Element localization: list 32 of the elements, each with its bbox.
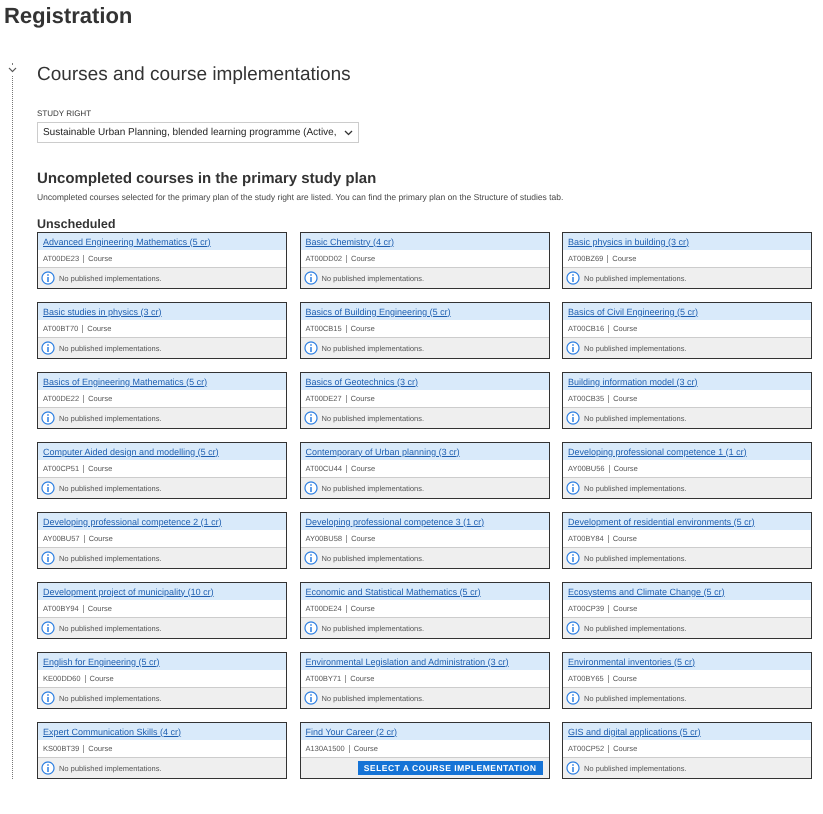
chevron-down-icon (344, 130, 353, 136)
info-icon (566, 761, 580, 775)
section-title: Courses and course implementations (37, 63, 352, 87)
select-implementation-button[interactable]: SELECT A COURSE IMPLEMENTATION (358, 761, 542, 775)
info-icon (566, 341, 580, 355)
info-icon (41, 481, 55, 495)
info-icon (41, 341, 55, 355)
info-icon (304, 341, 318, 355)
info-icon (566, 551, 580, 565)
study-right-dropdown[interactable]: Sustainable Urban Planning, blended learning programme (Active, (37, 122, 359, 143)
info-icon (41, 621, 55, 635)
info-icon (304, 481, 318, 495)
info-icon (304, 691, 318, 705)
info-icon (41, 271, 55, 285)
info-icon (566, 411, 580, 425)
group-title: Unscheduled (37, 216, 116, 232)
field-label: STUDY RIGHT (37, 109, 92, 118)
info-icon (566, 481, 580, 495)
info-icon (41, 761, 55, 775)
page-title: Registration (4, 2, 134, 29)
info-icon (566, 691, 580, 705)
info-icon (304, 621, 318, 635)
description: Uncompleted courses selected for the primary plan of the study right are listed. You can find the primary plan on the Structure of studies tab. (37, 192, 564, 202)
info-icon (566, 271, 580, 285)
info-icon (304, 271, 318, 285)
subsection-title: Uncompleted courses in the primary study plan (37, 170, 378, 188)
info-icon (566, 621, 580, 635)
info-icon (41, 411, 55, 425)
info-icon (41, 551, 55, 565)
info-icon (304, 411, 318, 425)
info-icon (41, 691, 55, 705)
info-icon (304, 551, 318, 565)
